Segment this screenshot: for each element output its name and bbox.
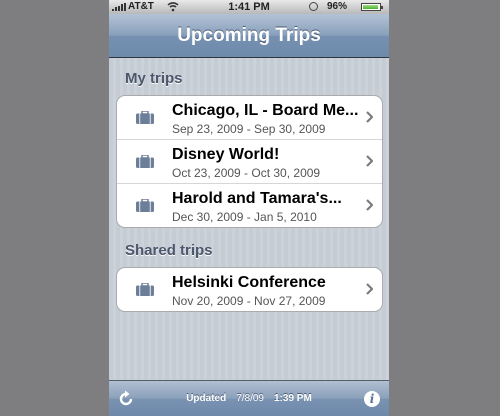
- updated-date: 7/8/09: [236, 393, 264, 404]
- navigation-bar: Upcoming Trips: [109, 14, 389, 58]
- iphone-screen: AT&T 1:41 PM 96% Upcoming Trips My trips…: [109, 0, 389, 416]
- chevron-right-icon: [366, 155, 373, 167]
- battery-icon: [361, 3, 383, 11]
- chevron-right-icon: [366, 111, 373, 123]
- suitcase-icon: [136, 111, 154, 124]
- trip-title: Disney World!: [172, 146, 280, 163]
- rotation-lock-icon: [309, 2, 318, 11]
- shared-trips-group: Helsinki Conference Nov 20, 2009 - Nov 2…: [116, 267, 383, 312]
- trip-title: Helsinki Conference: [172, 274, 326, 291]
- suitcase-icon: [136, 155, 154, 168]
- page-title: Upcoming Trips: [177, 25, 321, 46]
- battery-percent: 96%: [327, 1, 348, 12]
- section-header-shared-trips: Shared trips: [125, 242, 213, 259]
- trip-row[interactable]: Disney World! Oct 23, 2009 - Oct 30, 200…: [117, 140, 382, 184]
- updated-time: 1:39 PM: [274, 393, 312, 404]
- battery-level: [363, 5, 379, 9]
- updated-label: Updated: [186, 393, 227, 404]
- trip-dates: Dec 30, 2009 - Jan 5, 2010: [172, 210, 317, 224]
- trip-dates: Oct 23, 2009 - Oct 30, 2009: [172, 166, 321, 180]
- bottom-toolbar: Updated 7/8/09 1:39 PM i: [109, 380, 389, 416]
- trip-row[interactable]: Chicago, IL - Board Me... Sep 23, 2009 -…: [117, 96, 382, 140]
- chevron-right-icon: [366, 199, 373, 211]
- suitcase-icon: [136, 283, 154, 296]
- chevron-right-icon: [366, 283, 373, 295]
- trip-title: Chicago, IL - Board Me...: [172, 102, 359, 119]
- last-updated-status: Updated 7/8/09 1:39 PM: [109, 393, 389, 404]
- trip-dates: Nov 20, 2009 - Nov 27, 2009: [172, 294, 326, 308]
- section-header-my-trips: My trips: [125, 70, 183, 87]
- trip-dates: Sep 23, 2009 - Sep 30, 2009: [172, 122, 326, 136]
- trip-row[interactable]: Helsinki Conference Nov 20, 2009 - Nov 2…: [117, 268, 382, 311]
- status-bar: AT&T 1:41 PM 96%: [109, 0, 389, 14]
- suitcase-icon: [136, 199, 154, 212]
- trip-row[interactable]: Harold and Tamara's... Dec 30, 2009 - Ja…: [117, 184, 382, 227]
- info-icon[interactable]: i: [364, 391, 380, 407]
- my-trips-group: Chicago, IL - Board Me... Sep 23, 2009 -…: [116, 95, 383, 228]
- trip-title: Harold and Tamara's...: [172, 190, 342, 207]
